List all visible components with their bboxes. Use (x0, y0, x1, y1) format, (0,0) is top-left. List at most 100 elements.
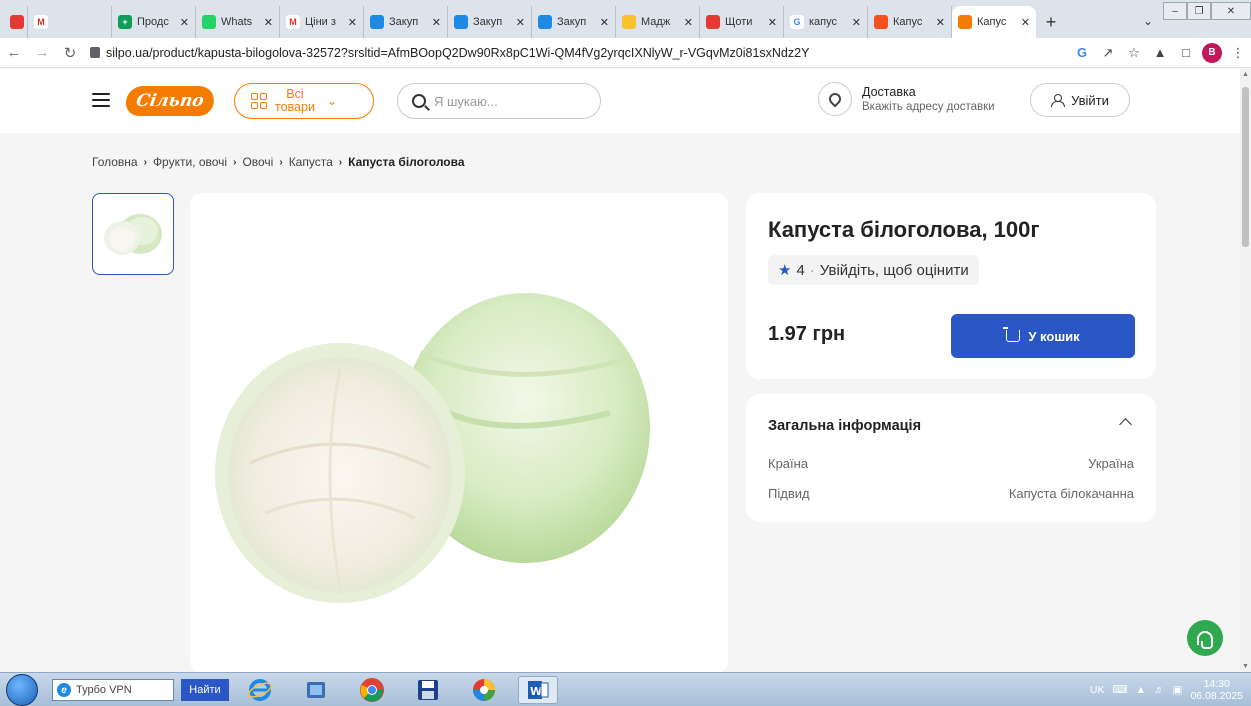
reload-icon[interactable]: ↻ (56, 39, 84, 67)
tab-favicon-icon (454, 15, 468, 29)
url-text: silpo.ua/product/kapusta-bilogolova-3257… (106, 45, 810, 60)
browser-tab[interactable]: Gкапус ✕ (784, 6, 868, 38)
clock-date: 06.08.2025 (1190, 690, 1243, 702)
all-goods-label: Всі товари (275, 88, 315, 114)
close-window-icon[interactable]: ✕ (1211, 2, 1251, 20)
browser-tab[interactable]: Мадж ✕ (616, 6, 700, 38)
rating-separator: · (809, 261, 815, 279)
chevron-up-icon[interactable] (1119, 418, 1132, 431)
browser-tab[interactable]: Whats ✕ (196, 6, 280, 38)
page-scrollbar[interactable]: ▲ ▼ (1240, 69, 1251, 672)
tray-expand-icon[interactable]: ▲ (1136, 684, 1146, 696)
menu-kebab-icon[interactable]: ⋮ (1225, 40, 1251, 66)
browser-tab[interactable]: Закуп ✕ (448, 6, 532, 38)
vpn-search-box[interactable]: e Турбо VPN (52, 679, 174, 701)
breadcrumb-current: Капуста білоголова (348, 155, 465, 169)
tab-close-icon[interactable]: ✕ (852, 16, 861, 29)
browser-tab[interactable]: Закуп ✕ (364, 6, 448, 38)
scroll-down-icon[interactable]: ▼ (1242, 663, 1249, 670)
site-header: Сільпо Всі товари ⌄ Доставка Вкажіть адр… (0, 69, 1240, 133)
chrome-icon[interactable] (352, 676, 392, 704)
info-value: Україна (1088, 456, 1134, 471)
ie-taskbar-icon[interactable] (240, 676, 280, 704)
browser-tab[interactable]: Щоти ✕ (700, 6, 784, 38)
browser-tab[interactable]: M Ціни з ✕ (280, 6, 364, 38)
back-arrow-icon[interactable]: ← (0, 39, 28, 67)
language-indicator[interactable]: UK (1090, 684, 1105, 696)
product-title: Капуста білоголова, 100г (768, 217, 1040, 242)
tab-label: Продс (137, 16, 169, 28)
browser-tab[interactable]: Капус ✕ (952, 6, 1036, 38)
product-thumbnail[interactable] (92, 193, 174, 275)
login-label: Увійти (1071, 92, 1109, 108)
info-title: Загальна інформація (768, 418, 922, 434)
google-icon[interactable]: G (1069, 40, 1095, 66)
tab-close-icon[interactable]: ✕ (264, 16, 273, 29)
tab-close-icon[interactable]: ✕ (600, 16, 609, 29)
browser-tab[interactable]: M (28, 6, 112, 38)
minimize-icon[interactable]: – (1163, 2, 1187, 20)
info-row-country: Країна Україна (768, 456, 1134, 471)
tab-favicon-icon (622, 15, 636, 29)
hamburger-menu-icon[interactable] (92, 93, 110, 107)
breadcrumb-link[interactable]: Головна (92, 155, 138, 169)
extensions-puzzle-icon[interactable]: ▲ (1147, 40, 1173, 66)
all-goods-button[interactable]: Всі товари ⌄ (234, 83, 374, 119)
rating-box[interactable]: ★ 4 · Увійдіть, щоб оцінити (768, 255, 979, 285)
keyboard-icon[interactable]: ⌨ (1112, 684, 1127, 696)
windows-start-button[interactable] (6, 674, 38, 706)
login-button[interactable]: Увійти (1030, 83, 1130, 117)
search-box[interactable] (397, 83, 601, 119)
word-icon[interactable]: W (518, 676, 558, 704)
tab-close-icon[interactable]: ✕ (936, 16, 945, 29)
browser-tab[interactable]: Закуп ✕ (532, 6, 616, 38)
cart-label: У кошик (1028, 328, 1080, 344)
profile-button[interactable]: B (1199, 40, 1225, 66)
cabbage-image (215, 293, 650, 603)
forward-arrow-icon[interactable]: → (28, 39, 56, 67)
user-icon (1051, 93, 1066, 107)
tab-close-icon[interactable]: ✕ (1021, 16, 1030, 29)
network-icon[interactable]: ▣ (1173, 684, 1183, 696)
cabbage-thumbnail-image (104, 214, 162, 255)
tab-close-icon[interactable]: ✕ (768, 16, 777, 29)
tab-favicon-icon: M (34, 15, 48, 29)
bookmark-star-icon[interactable]: ☆ (1121, 40, 1147, 66)
delivery-selector[interactable]: Доставка Вкажіть адресу доставки (818, 82, 995, 116)
tab-close-icon[interactable]: ✕ (432, 16, 441, 29)
find-button[interactable]: Найти (181, 679, 229, 701)
star-icon: ★ (778, 262, 792, 279)
share-icon[interactable]: ↗ (1095, 40, 1121, 66)
volume-icon[interactable]: ♬ (1154, 684, 1165, 696)
browser-tab[interactable]: Капус ✕ (868, 6, 952, 38)
support-chat-button[interactable] (1187, 620, 1223, 656)
file-explorer-icon[interactable] (296, 676, 336, 704)
scroll-up-icon[interactable]: ▲ (1242, 71, 1249, 78)
silpo-logo[interactable]: Сільпо (123, 86, 217, 116)
side-panel-icon[interactable]: □ (1173, 40, 1199, 66)
scrollbar-thumb[interactable] (1242, 87, 1249, 247)
tab-close-icon[interactable]: ✕ (516, 16, 525, 29)
all-goods-line1: Всі (286, 87, 304, 101)
breadcrumb-link[interactable]: Фрукти, овочі (153, 155, 227, 169)
restore-icon[interactable]: ❐ (1187, 2, 1211, 20)
breadcrumb-separator-icon: › (338, 156, 343, 168)
tab-search-chevron-icon[interactable]: ⌄ (1133, 6, 1163, 36)
tab-close-icon[interactable]: ✕ (684, 16, 693, 29)
tab-favicon-icon: M (286, 15, 300, 29)
tab-close-icon[interactable]: ✕ (348, 16, 357, 29)
clock[interactable]: 14:30 06.08.2025 (1190, 678, 1243, 702)
add-to-cart-button[interactable]: У кошик (951, 314, 1135, 358)
tab-close-icon[interactable]: ✕ (180, 16, 189, 29)
browser-tab[interactable] (4, 6, 28, 38)
color-wheel-icon[interactable] (464, 676, 504, 704)
search-input[interactable] (434, 93, 574, 109)
save-disk-icon[interactable] (408, 676, 448, 704)
breadcrumb-link[interactable]: Капуста (289, 155, 333, 169)
browser-tab[interactable]: + Продс ✕ (112, 6, 196, 38)
new-tab-plus-icon[interactable]: + (1036, 6, 1066, 38)
url-field[interactable]: silpo.ua/product/kapusta-bilogolova-3257… (84, 41, 1069, 65)
info-label: Підвид (768, 486, 810, 501)
headset-icon (1197, 631, 1213, 649)
breadcrumb-link[interactable]: Овочі (242, 155, 273, 169)
